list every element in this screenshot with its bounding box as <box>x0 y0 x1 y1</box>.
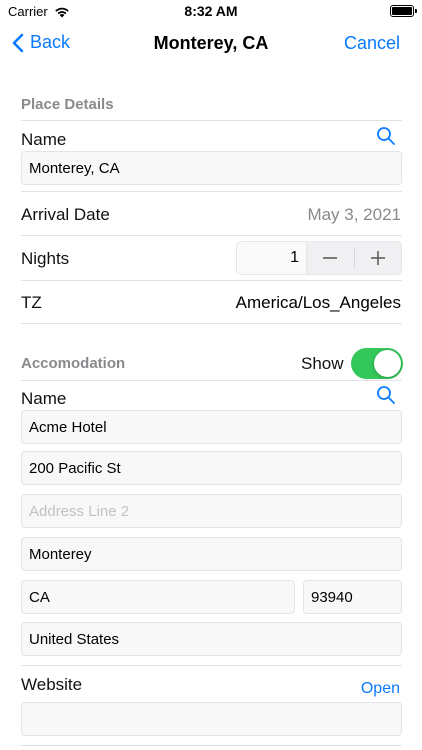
divider <box>21 665 402 666</box>
divider <box>21 235 402 236</box>
arrival-date-value[interactable]: May 3, 2021 <box>307 205 401 225</box>
website-field[interactable] <box>21 702 402 736</box>
divider <box>21 323 402 324</box>
state-field[interactable] <box>21 580 295 614</box>
battery-icon <box>390 5 417 17</box>
address-line-2-field[interactable] <box>21 494 402 528</box>
address-line-1-field[interactable] <box>21 451 402 485</box>
timezone-value[interactable]: America/Los_Angeles <box>236 293 401 313</box>
timezone-label: TZ <box>21 293 42 312</box>
search-icon[interactable] <box>376 385 396 405</box>
arrival-date-label: Arrival Date <box>21 205 110 224</box>
place-name-label: Name <box>21 130 67 149</box>
zip-field[interactable] <box>303 580 402 614</box>
open-website-button[interactable]: Open <box>361 680 400 698</box>
back-button[interactable]: Back <box>12 32 70 53</box>
toggle-knob <box>374 350 401 377</box>
website-label: Website <box>21 675 83 694</box>
divider <box>21 120 402 121</box>
nights-label: Nights <box>21 249 70 268</box>
divider <box>21 380 402 381</box>
city-field[interactable] <box>21 537 402 571</box>
plus-icon <box>370 251 385 265</box>
nights-stepper: 1 <box>236 241 402 275</box>
country-field[interactable] <box>21 622 402 656</box>
chevron-left-icon <box>12 33 24 52</box>
show-toggle[interactable] <box>351 348 403 379</box>
back-label: Back <box>30 32 71 52</box>
cancel-button[interactable]: Cancel <box>344 33 400 54</box>
nights-value: 1 <box>237 242 307 274</box>
status-time: 8:32 AM <box>184 3 238 19</box>
divider <box>21 191 402 192</box>
divider <box>21 745 402 746</box>
navigation-bar: Back Monterey, CA Cancel <box>0 24 422 64</box>
accommodation-name-field[interactable] <box>21 410 402 444</box>
show-label: Show <box>301 354 344 373</box>
section-header-place-details: Place Details <box>21 96 114 113</box>
section-header-accommodation: Accomodation <box>21 355 126 372</box>
status-bar: Carrier 8:32 AM <box>0 0 422 24</box>
minus-icon <box>323 257 338 259</box>
decrement-button[interactable] <box>307 242 354 274</box>
accommodation-name-label: Name <box>21 389 67 408</box>
place-name-field[interactable] <box>21 151 402 185</box>
divider <box>21 280 402 281</box>
search-icon[interactable] <box>376 126 396 146</box>
increment-button[interactable] <box>355 242 402 274</box>
